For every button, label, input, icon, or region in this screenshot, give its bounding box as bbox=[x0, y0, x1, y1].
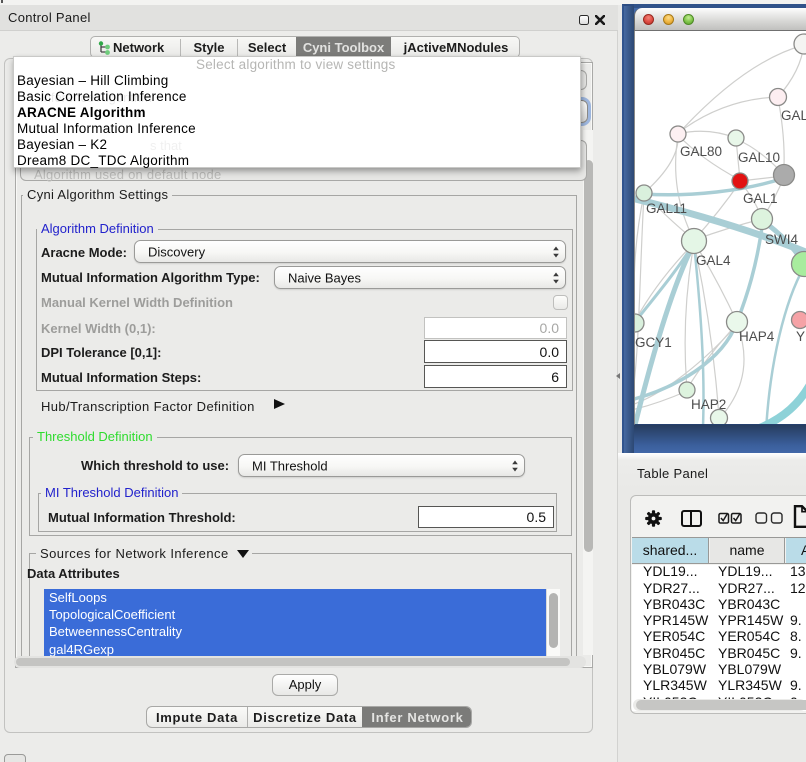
svg-text:GAL1: GAL1 bbox=[743, 191, 778, 206]
svg-text:GAL10: GAL10 bbox=[738, 150, 780, 165]
svg-text:Y: Y bbox=[796, 329, 805, 344]
svg-text:GAL11: GAL11 bbox=[646, 201, 687, 216]
svg-text:HAP2: HAP2 bbox=[691, 397, 726, 412]
svg-text:GCY1: GCY1 bbox=[635, 335, 672, 350]
svg-text:HAP4: HAP4 bbox=[739, 329, 775, 344]
svg-text:GAL4: GAL4 bbox=[696, 253, 731, 268]
svg-text:GAL: GAL bbox=[781, 108, 806, 123]
svg-text:SWI4: SWI4 bbox=[765, 232, 798, 247]
svg-text:GAL80: GAL80 bbox=[680, 144, 722, 159]
